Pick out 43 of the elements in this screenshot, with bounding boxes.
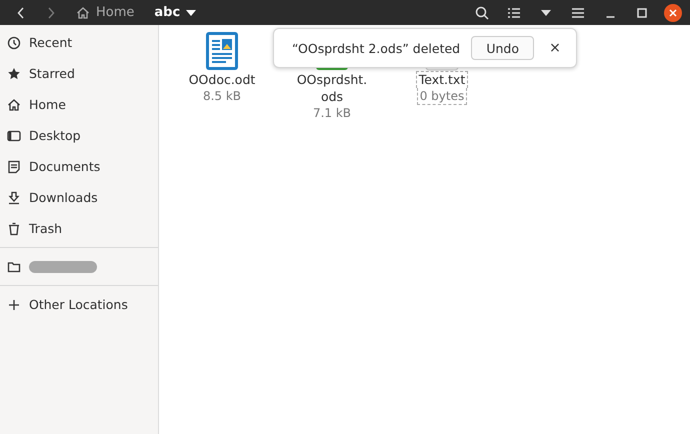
search-icon [475,6,489,20]
file-size: 8.5 kB [202,88,242,105]
close-button[interactable] [664,4,682,22]
trash-icon [7,222,21,236]
document-icon [7,160,21,174]
sidebar-item[interactable]: Trash [0,213,158,244]
menu-icon [572,8,584,18]
file-name: ods [320,88,344,105]
forward-chevron-icon [47,6,55,18]
file-name: Text.txt [416,71,468,88]
document-icon [205,31,239,71]
desktop-icon [7,128,21,142]
plus-icon [7,298,21,312]
close-icon [669,8,677,16]
home-icon [7,98,21,112]
toast-message: “OOsprdsht 2.ods” deleted [292,40,462,56]
path-button[interactable]: abc [146,2,204,24]
sidebar-item[interactable]: Recent [0,27,158,58]
file-name: OOsprdsht. [296,71,368,88]
download-icon [7,190,21,204]
maximize-icon [637,8,647,18]
star-icon [7,66,21,80]
back-chevron-icon [17,6,25,18]
sidebar-item[interactable]: Documents [0,151,158,182]
undo-button[interactable]: Undo [471,36,534,60]
close-button[interactable]: × [544,40,566,56]
path-button[interactable]: Home [68,2,142,24]
file-name: OOdoc.odt [188,71,256,88]
clock-icon [7,36,21,50]
file-size: 7.1 kB [312,105,352,122]
caret-icon [541,10,551,16]
sidebar-item[interactable]: Home [0,89,158,120]
list-icon [507,6,521,18]
home-icon [76,6,90,20]
minimize-icon [606,16,614,18]
sidebar-item[interactable]: Desktop [0,120,158,151]
redaction-mark [29,260,97,272]
file-size: 0 bytes [416,88,468,105]
caret-icon [186,10,196,16]
sidebar-item[interactable]: Downloads [0,182,158,213]
sidebar-item[interactable]: Other Locations [0,289,158,320]
folder-icon [7,260,21,274]
sidebar-item[interactable]: Starred [0,58,158,89]
